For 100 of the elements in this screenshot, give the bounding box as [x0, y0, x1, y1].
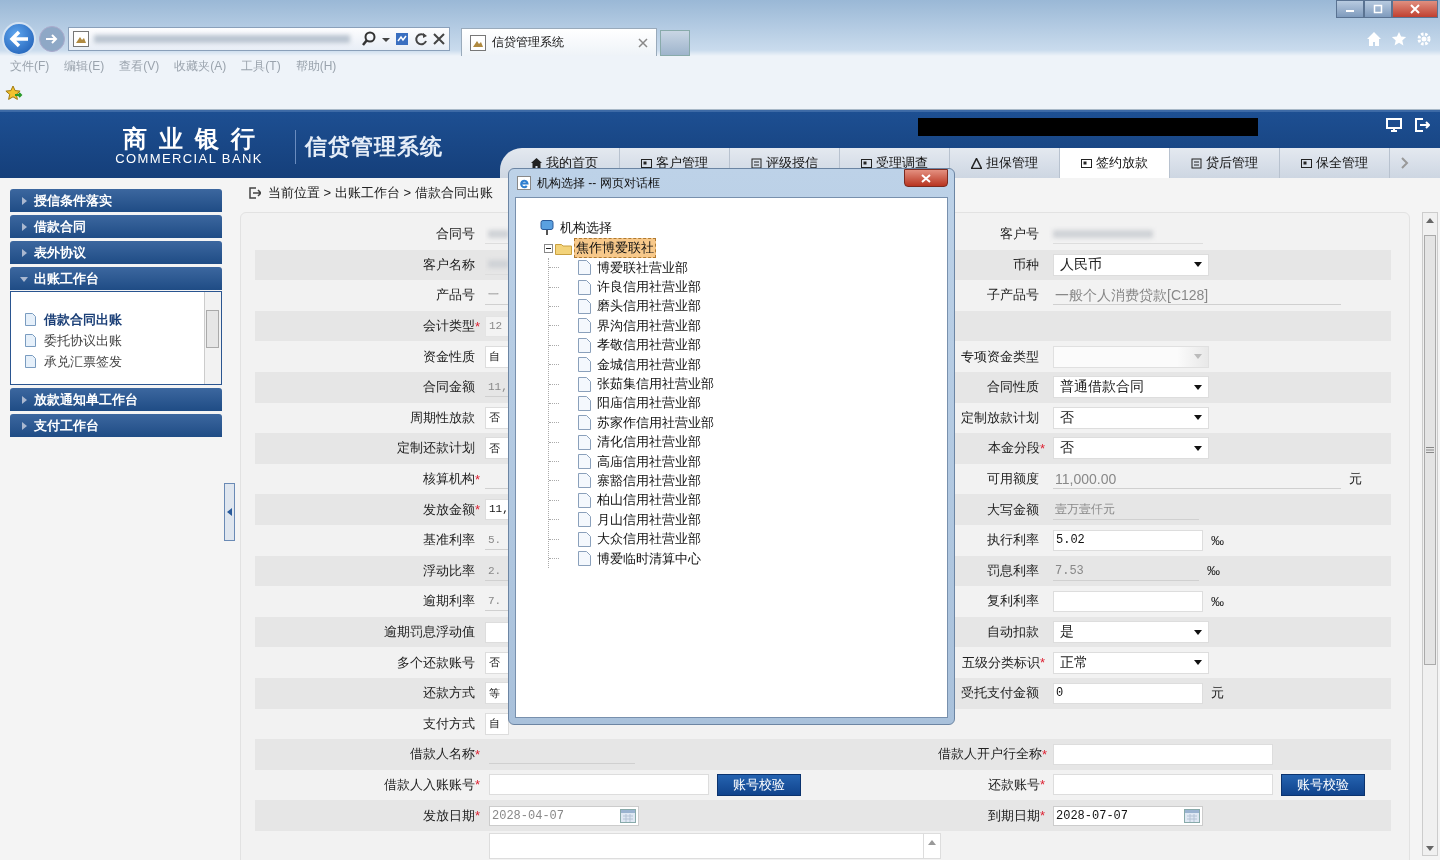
monitor-icon[interactable]: [1386, 118, 1402, 132]
scrollbar[interactable]: [204, 292, 221, 384]
field-label: 到期日期: [988, 806, 1040, 825]
dropdown[interactable]: 人民币: [1053, 253, 1209, 276]
tree-node[interactable]: 焦作博爱联社: [574, 238, 656, 258]
tree-node[interactable]: 苏家作信用社营业部: [596, 413, 715, 432]
collapse-handle[interactable]: [224, 483, 235, 541]
tree-node[interactable]: 月山信用社营业部: [596, 510, 702, 529]
dropdown[interactable]: 等: [485, 682, 509, 705]
stop-icon[interactable]: [433, 31, 445, 47]
search-icon[interactable]: [361, 31, 377, 47]
input-field[interactable]: 11,: [485, 499, 509, 521]
tree-node[interactable]: 阳庙信用社营业部: [596, 394, 702, 413]
document-icon: [578, 551, 591, 567]
dropdown[interactable]: 否: [485, 437, 509, 460]
dropdown[interactable]: 普通借款合同: [1053, 376, 1209, 399]
tree-node[interactable]: 界沟信用社营业部: [596, 316, 702, 335]
browser-tab[interactable]: 信贷管理系统: [461, 28, 657, 56]
field-label: 执行利率: [987, 531, 1039, 550]
dropdown[interactable]: 否: [485, 651, 509, 674]
document-icon: [578, 512, 591, 528]
scrollbar[interactable]: [1422, 212, 1438, 856]
home-icon: [531, 157, 542, 169]
minimize-button[interactable]: [1336, 0, 1364, 18]
tree-node[interactable]: 柏山信用社营业部: [596, 491, 702, 510]
sidebar-item[interactable]: 委托协议出账: [25, 330, 204, 351]
input-field[interactable]: [1053, 743, 1273, 765]
calendar-icon[interactable]: [1184, 808, 1200, 823]
field-label: 子产品号: [987, 286, 1039, 305]
unit-label: ‰: [1211, 593, 1224, 609]
compatibility-icon[interactable]: [395, 31, 409, 47]
input-field[interactable]: 0: [1053, 682, 1203, 704]
document-icon: [578, 473, 591, 489]
field-label: 自动扣款: [987, 623, 1039, 641]
date-field[interactable]: 2028-07-07: [1053, 805, 1203, 826]
tree-node[interactable]: 张茹集信用社营业部: [596, 375, 715, 394]
star-icon[interactable]: [1391, 31, 1407, 47]
back-button[interactable]: [2, 22, 36, 56]
tree-node[interactable]: 博爱临时清算中心: [596, 549, 702, 568]
tree-node[interactable]: 寨豁信用社营业部: [596, 472, 702, 490]
field-label: 五级分类标识: [962, 653, 1040, 672]
dropdown[interactable]: 否: [485, 406, 509, 429]
logout-icon[interactable]: [1414, 118, 1430, 132]
forward-button[interactable]: [39, 26, 65, 52]
dropdown[interactable]: 正常: [1053, 651, 1209, 674]
verify-account-button[interactable]: 账号校验: [717, 774, 801, 796]
collapse-toggle-icon[interactable]: [544, 243, 553, 253]
required-mark: *: [475, 777, 482, 793]
sidebar-item[interactable]: 承兑汇票签发: [25, 351, 204, 372]
maximize-button[interactable]: [1364, 0, 1392, 18]
tree-node[interactable]: 许良信用社营业部: [596, 278, 702, 297]
sidebar-group[interactable]: 借款合同: [10, 215, 222, 238]
document-icon: [578, 492, 591, 508]
tree-node[interactable]: 磨头信用社营业部: [596, 297, 702, 316]
list-icon: [1191, 157, 1202, 169]
tree-node[interactable]: 孝敬信用社营业部: [596, 336, 702, 355]
dropdown[interactable]: 否: [1053, 406, 1209, 429]
sidebar-item[interactable]: 借款合同出账: [25, 309, 204, 330]
down-arrow-icon[interactable]: [1426, 846, 1434, 851]
sidebar-group[interactable]: 授信条件落实: [10, 189, 222, 212]
field-label: 大写金额: [987, 500, 1039, 519]
tree-node[interactable]: 高庙信用社营业部: [596, 452, 702, 471]
sidebar-group[interactable]: 支付工作台: [10, 414, 222, 437]
up-arrow-icon[interactable]: [1426, 218, 1434, 223]
nav-tab[interactable]: 签约放款: [1060, 148, 1170, 178]
page-icon: [470, 34, 486, 51]
dropdown[interactable]: 自: [485, 712, 509, 735]
document-icon: [578, 298, 591, 314]
nav-tab[interactable]: 贷后管理: [1170, 148, 1280, 178]
sidebar-group[interactable]: 表外协议: [10, 241, 222, 264]
nav-tab[interactable]: 保全管理: [1280, 148, 1390, 178]
field-label: 基准利率: [423, 531, 475, 550]
tree-node[interactable]: 清化信用社营业部: [596, 433, 702, 452]
close-button[interactable]: [1392, 0, 1438, 18]
tree-node[interactable]: 大众信用社营业部: [596, 530, 702, 549]
document-icon: [578, 395, 591, 411]
close-tab-icon[interactable]: [638, 37, 648, 48]
favorites-star-icon[interactable]: [5, 85, 23, 101]
tree-node[interactable]: 机构选择: [559, 219, 613, 237]
readonly-value: 一般个人消费贷款[C128]: [1053, 285, 1341, 306]
tree-node[interactable]: 博爱联社营业部: [596, 258, 689, 277]
refresh-icon[interactable]: [414, 31, 428, 47]
forward-arrow-icon: [45, 33, 59, 45]
sidebar-group[interactable]: 放款通知单工作台: [10, 388, 222, 411]
tree-node[interactable]: 金城信用社营业部: [596, 355, 702, 374]
verify-account-button[interactable]: 账号校验: [1281, 774, 1365, 796]
sidebar-group[interactable]: 出账工作台: [10, 267, 222, 290]
caret-icon: [1194, 629, 1202, 635]
input-field[interactable]: [1053, 590, 1203, 612]
dropdown[interactable]: 是: [1053, 621, 1209, 643]
input-field[interactable]: [489, 774, 709, 796]
dropdown[interactable]: 自: [485, 345, 509, 368]
up-arrow-icon[interactable]: [928, 839, 936, 845]
input-field[interactable]: [1053, 774, 1273, 796]
address-bar[interactable]: [68, 27, 450, 51]
close-button[interactable]: [904, 169, 948, 187]
input-field[interactable]: [485, 621, 509, 643]
unit-label: ‰: [1211, 532, 1224, 548]
dropdown[interactable]: 否: [1053, 437, 1209, 460]
input-field[interactable]: 5.02: [1053, 529, 1203, 551]
